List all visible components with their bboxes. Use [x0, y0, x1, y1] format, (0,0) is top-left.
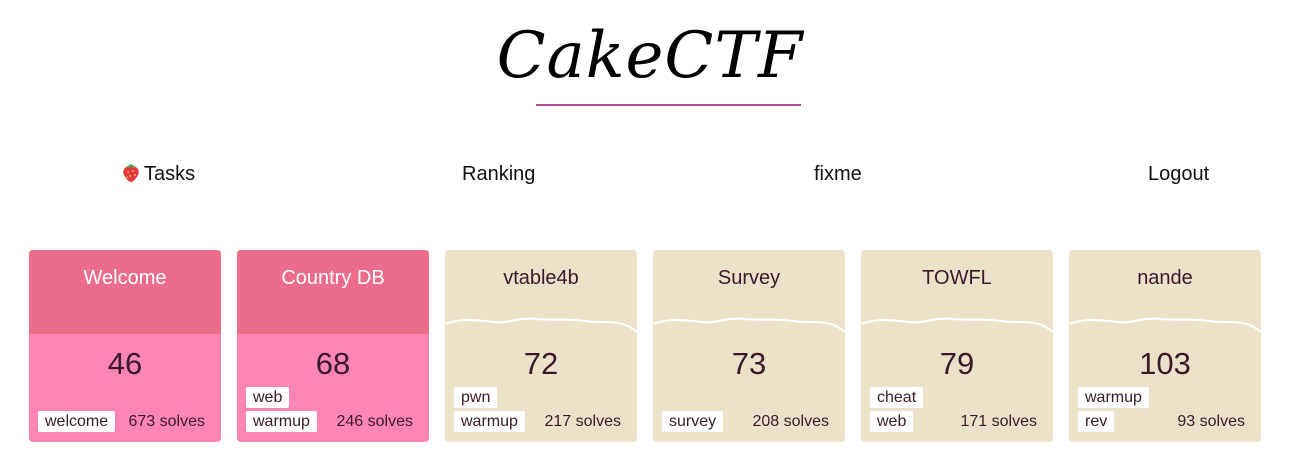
- task-card[interactable]: Survey 73 survey 208 solves: [653, 250, 845, 442]
- nav-ranking[interactable]: Ranking: [462, 160, 535, 188]
- strawberry-icon: [120, 161, 142, 191]
- logo-underline: [536, 104, 801, 106]
- wave-divider: [861, 317, 1053, 333]
- wave-divider: [445, 317, 637, 333]
- task-solves: 93 solves: [1177, 413, 1245, 430]
- wave-divider: [653, 317, 845, 333]
- task-name: Country DB: [281, 267, 385, 289]
- task-name: TOWFL: [922, 267, 992, 289]
- task-tag: warmup: [454, 411, 525, 432]
- task-solves: 217 solves: [544, 413, 622, 430]
- task-score: 68: [315, 346, 351, 381]
- task-solves: 246 solves: [336, 413, 414, 430]
- nav-tasks-label: Tasks: [144, 163, 196, 185]
- task-tag: rev: [1078, 411, 1115, 432]
- nav-tasks[interactable]: Tasks: [120, 160, 195, 191]
- task-card[interactable]: Welcome 46 welcome 673 solves: [29, 250, 221, 442]
- task-solves: 208 solves: [752, 413, 830, 430]
- task-card[interactable]: vtable4b 72 pwn warmup 217 solves: [445, 250, 637, 442]
- wave-divider: [29, 312, 221, 332]
- task-score: 73: [731, 346, 767, 381]
- task-tag: welcome: [38, 411, 116, 432]
- task-tag: web: [246, 387, 290, 408]
- task-name: vtable4b: [503, 267, 579, 289]
- task-solves: 673 solves: [128, 413, 206, 430]
- task-tag: survey: [662, 411, 724, 432]
- task-card[interactable]: Country DB 68 web warmup 246 solves: [237, 250, 429, 442]
- wave-divider: [237, 312, 429, 332]
- task-tag: cheat: [870, 387, 924, 408]
- page: CakeCTF Tasks Ranking fixme Logout Welco…: [0, 0, 1300, 452]
- nav-user[interactable]: fixme: [814, 160, 862, 188]
- nav-logout[interactable]: Logout: [1148, 160, 1209, 188]
- task-name: Survey: [717, 267, 781, 289]
- task-solves: 171 solves: [960, 413, 1038, 430]
- site-logo[interactable]: CakeCTF: [0, 18, 1300, 94]
- task-tag: web: [870, 411, 914, 432]
- task-score: 46: [107, 346, 143, 381]
- wave-divider: [1069, 317, 1261, 333]
- task-name: Welcome: [83, 267, 167, 289]
- task-score: 79: [939, 346, 975, 381]
- task-name: nande: [1137, 267, 1193, 289]
- task-tag: warmup: [246, 411, 317, 432]
- task-score: 103: [1139, 346, 1191, 381]
- task-tag: pwn: [454, 387, 498, 408]
- task-card[interactable]: TOWFL 79 cheat web 171 solves: [861, 250, 1053, 442]
- task-tag: warmup: [1078, 387, 1149, 408]
- main-nav: Tasks Ranking fixme Logout: [0, 160, 1300, 190]
- task-score: 72: [523, 346, 559, 381]
- task-card[interactable]: nande 103 warmup rev 93 solves: [1069, 250, 1261, 442]
